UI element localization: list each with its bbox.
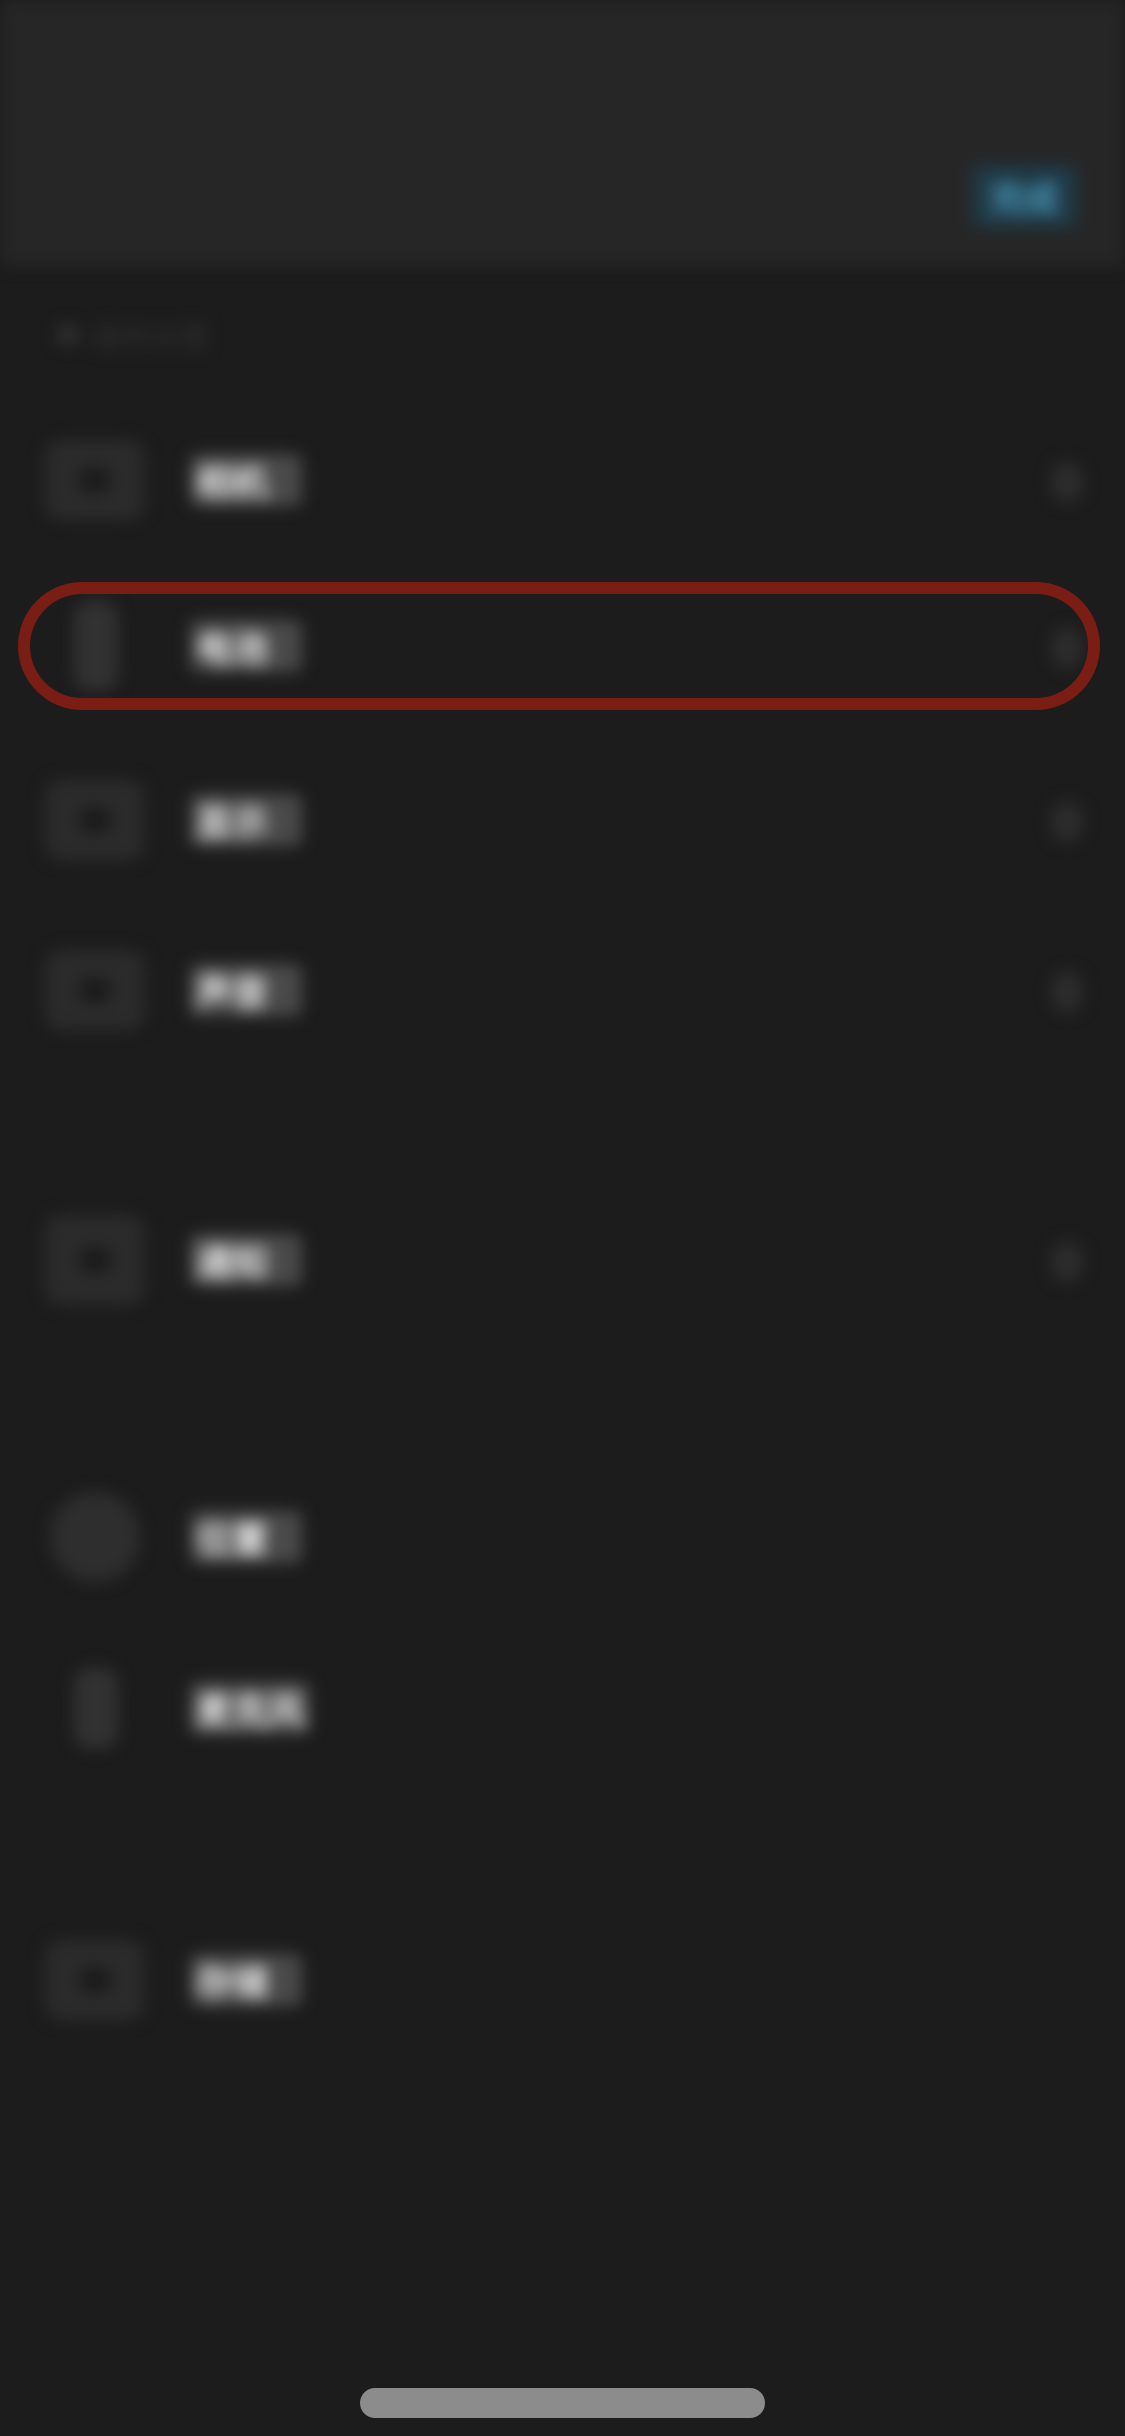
row-label: 存储: [190, 1954, 302, 2006]
chevron-right-icon: [1052, 1242, 1082, 1282]
settings-screen: 完成 通用设置 相机 电池 显示 声音 通知 位置 麦克风 存储: [0, 0, 1125, 2436]
row-label: 声音: [190, 964, 302, 1016]
settings-row-microphone[interactable]: 麦克风: [0, 1648, 1125, 1768]
settings-row-display[interactable]: 显示: [0, 760, 1125, 880]
storage-icon: [45, 1940, 145, 2020]
chevron-right-icon: [1052, 462, 1082, 502]
settings-row-location[interactable]: 位置: [0, 1477, 1125, 1597]
settings-row-notifications[interactable]: 通知: [0, 1200, 1125, 1320]
row-label: 位置: [190, 1511, 302, 1563]
row-label: 相机: [190, 454, 302, 506]
chevron-right-icon: [1052, 802, 1082, 842]
home-indicator[interactable]: [360, 2388, 765, 2418]
camera-icon: [45, 440, 145, 520]
microphone-icon: [74, 1668, 118, 1748]
chevron-right-icon: [1052, 972, 1082, 1012]
settings-row-battery[interactable]: 电池: [0, 586, 1125, 706]
display-icon: [45, 780, 145, 860]
settings-row-storage[interactable]: 存储: [0, 1920, 1125, 2040]
settings-row-camera[interactable]: 相机: [0, 420, 1125, 540]
section-icon: [58, 325, 78, 345]
speaker-icon: [45, 950, 145, 1030]
location-icon: [50, 1492, 140, 1582]
blurred-content: 完成 通用设置 相机 电池 显示 声音 通知 位置 麦克风 存储: [0, 0, 1125, 2436]
row-label: 显示: [190, 794, 302, 846]
done-button[interactable]: 完成: [972, 165, 1077, 227]
chevron-right-icon: [1052, 628, 1082, 668]
settings-row-sound[interactable]: 声音: [0, 930, 1125, 1050]
bell-icon: [45, 1215, 145, 1305]
row-label: 电池: [190, 620, 302, 672]
top-navigation-bar: 完成: [0, 0, 1125, 265]
row-label: 通知: [190, 1234, 302, 1286]
row-label: 麦克风: [190, 1682, 311, 1734]
section-header-label: 通用设置: [90, 321, 210, 356]
section-header: 通用设置: [58, 310, 298, 360]
battery-icon: [74, 601, 118, 691]
